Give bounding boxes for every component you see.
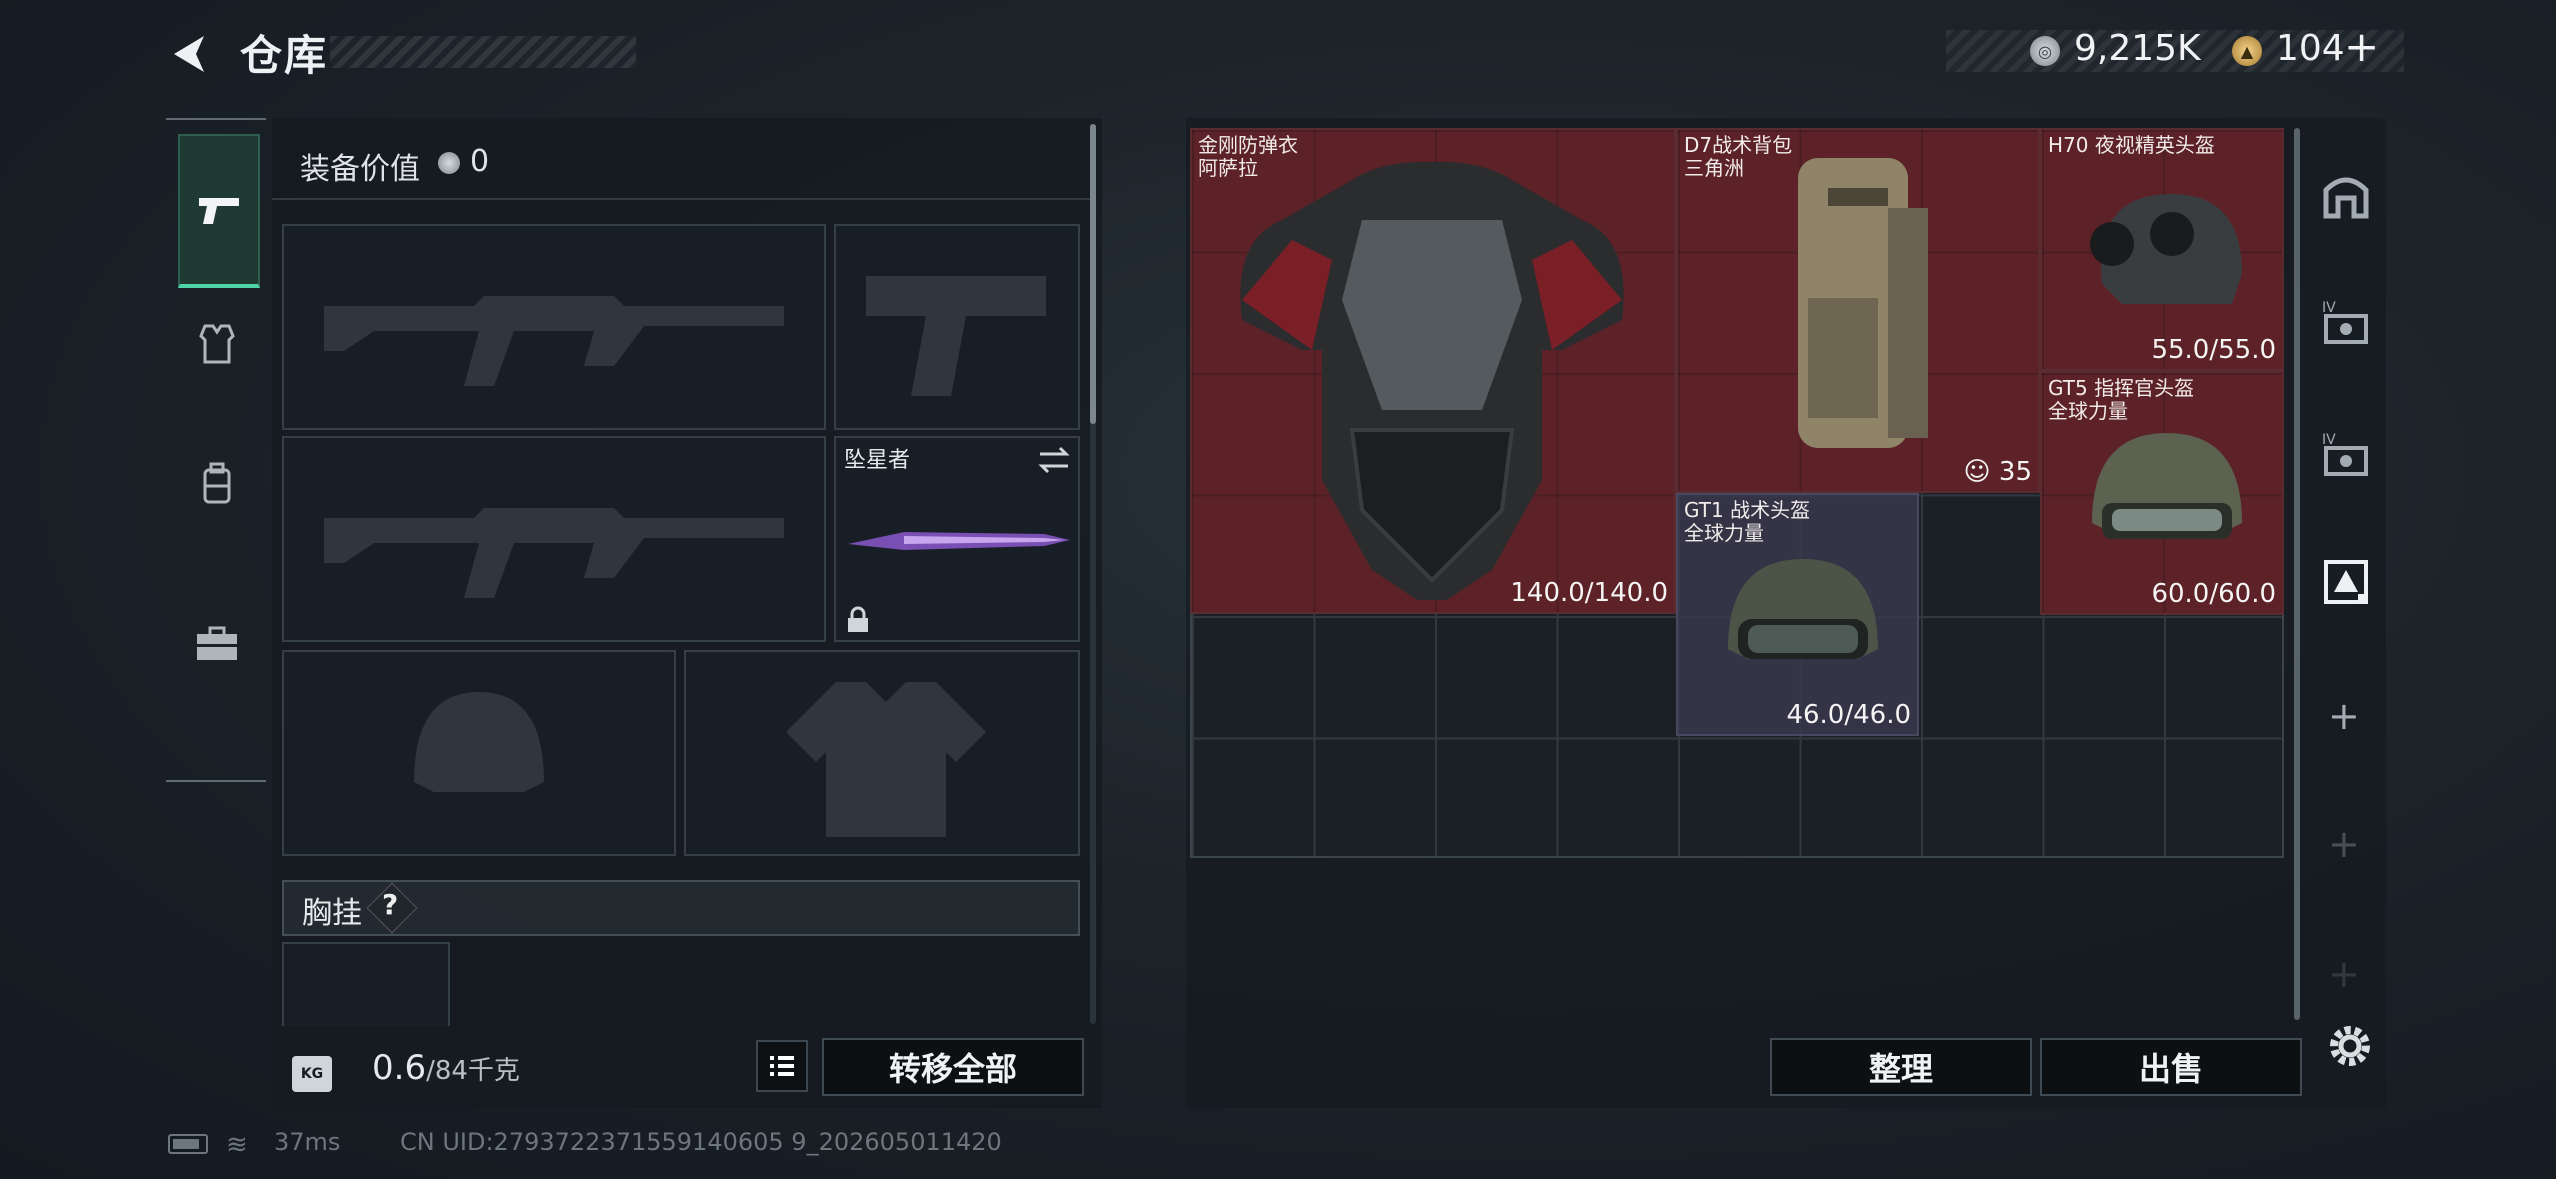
item-durability: 60.0/60.0 xyxy=(2151,579,2276,609)
page-title: 仓库 xyxy=(240,31,329,80)
item-durability: 55.0/55.0 xyxy=(2151,335,2276,365)
tab-backpack[interactable] xyxy=(178,410,256,558)
sort-button[interactable]: 整理 xyxy=(1770,1038,2032,1096)
tab-armor-slot[interactable] xyxy=(2318,168,2374,224)
ping-readout: 37ms xyxy=(274,1128,341,1156)
add-tab-plus[interactable]: + xyxy=(2328,694,2360,738)
stash-item-backpack[interactable]: D7战术背包 三角洲 ☺ 35 xyxy=(1676,128,2040,493)
primary-weapon-slot[interactable] xyxy=(282,224,826,430)
helmet-silhouette-icon xyxy=(414,692,544,792)
silver-amount: 9,215K xyxy=(2074,28,2201,69)
briefcase-icon xyxy=(197,626,237,660)
item-count-value: 35 xyxy=(1998,457,2032,487)
chest-rig-slot[interactable] xyxy=(282,942,450,1032)
rifle-silhouette-icon xyxy=(324,508,784,598)
melee-slot[interactable]: 坠星者 xyxy=(834,436,1080,642)
add-gold-button[interactable]: + xyxy=(2344,22,2379,71)
stash-item-commander-helmet[interactable]: GT5 指挥官头盔 全球力量 60.0/60.0 xyxy=(2040,371,2284,615)
armor-level-iv-icon: IV xyxy=(2322,432,2368,476)
gold-coin-icon: ▲ xyxy=(2232,36,2262,66)
stash-scrollbar[interactable] xyxy=(2294,128,2300,1020)
secondary-weapon-slot[interactable] xyxy=(282,436,826,642)
armor-level-iv-icon: IV xyxy=(2322,300,2368,344)
weight-current: 0.6 xyxy=(372,1048,427,1088)
melee-name: 坠星者 xyxy=(844,448,911,473)
stash-item-tactical-helmet[interactable]: GT1 战术头盔 全球力量 46.0/46.0 xyxy=(1676,493,1919,736)
helmet-icon xyxy=(2092,433,2242,539)
stash-tab-bar: IV IV + + + xyxy=(2306,118,2386,1108)
swap-icon[interactable] xyxy=(1036,444,1072,476)
stash-item-nv-helmet[interactable]: H70 夜视精英头盔 55.0/55.0 xyxy=(2040,128,2284,371)
add-tab-plus[interactable]: + xyxy=(2328,952,2360,996)
lock-icon xyxy=(848,606,868,632)
back-arrow-icon[interactable] xyxy=(166,30,214,78)
silver-coin-icon xyxy=(438,152,460,174)
armor-icon xyxy=(1240,161,1624,600)
wifi-icon: ≋ xyxy=(226,1130,248,1160)
gold-amount: 104 xyxy=(2276,28,2345,69)
weight-readout: 0.6/84千克 xyxy=(372,1048,520,1088)
help-icon[interactable]: ? xyxy=(382,888,398,921)
weight-max: /84千克 xyxy=(426,1056,520,1086)
gear-icon[interactable] xyxy=(2322,1018,2378,1074)
knife-icon xyxy=(848,532,1070,550)
weight-icon: KG xyxy=(290,1040,334,1092)
item-name: H70 夜视精英头盔 xyxy=(2048,133,2215,157)
item-durability: 140.0/140.0 xyxy=(1510,578,1668,608)
transfer-all-button[interactable]: 转移全部 xyxy=(822,1038,1084,1096)
list-view-button[interactable] xyxy=(756,1040,808,1092)
rifle-silhouette-icon xyxy=(324,296,784,386)
weight-icon-label: KG xyxy=(292,1056,332,1092)
tab-armor-iv-a[interactable]: IV xyxy=(2318,294,2374,350)
armor-silhouette-icon xyxy=(786,682,986,837)
silver-coin-icon: ◎ xyxy=(2030,36,2060,66)
item-count: ☺ 35 xyxy=(1963,457,2032,487)
equipment-value-label: 装备价值 xyxy=(300,152,420,187)
helmet-icon xyxy=(1728,559,1878,659)
title-decoration xyxy=(330,36,636,68)
equipment-scrollbar[interactable] xyxy=(1090,124,1096,424)
equipment-value: 0 xyxy=(470,144,490,179)
pistol-icon xyxy=(199,198,239,224)
list-icon xyxy=(770,1056,794,1076)
tab-weapons[interactable] xyxy=(178,134,260,288)
container-warning-icon xyxy=(2324,560,2368,604)
arch-icon xyxy=(2323,177,2369,219)
svg-text:IV: IV xyxy=(2322,432,2336,448)
equipment-tab-bar xyxy=(166,118,266,782)
battery-icon xyxy=(168,1134,208,1154)
add-tab-plus[interactable]: + xyxy=(2328,822,2360,866)
tab-container[interactable] xyxy=(2318,554,2374,610)
chest-rig-label: 胸挂 xyxy=(302,896,362,931)
sell-button[interactable]: 出售 xyxy=(2040,1038,2302,1096)
svg-text:IV: IV xyxy=(2322,300,2336,316)
backpack-icon xyxy=(203,462,231,504)
vest-icon xyxy=(199,324,235,364)
tab-armor[interactable] xyxy=(178,270,256,418)
backpack-icon xyxy=(1798,158,1928,448)
tab-secure-case[interactable] xyxy=(178,570,256,718)
item-durability: 46.0/46.0 xyxy=(1786,700,1911,730)
body-armor-slot[interactable] xyxy=(684,650,1080,856)
pistol-silhouette-icon xyxy=(866,276,1046,396)
pistol-slot[interactable] xyxy=(834,224,1080,430)
user-uid: CN UID:2793722371559140605 9_20260501142… xyxy=(400,1128,1002,1156)
stash-item-armor[interactable]: 金刚防弹衣 阿萨拉 140.0/140.0 xyxy=(1190,128,1676,614)
tab-armor-iv-b[interactable]: IV xyxy=(2318,426,2374,482)
divider xyxy=(272,198,1092,200)
helmet-slot[interactable] xyxy=(282,650,676,856)
